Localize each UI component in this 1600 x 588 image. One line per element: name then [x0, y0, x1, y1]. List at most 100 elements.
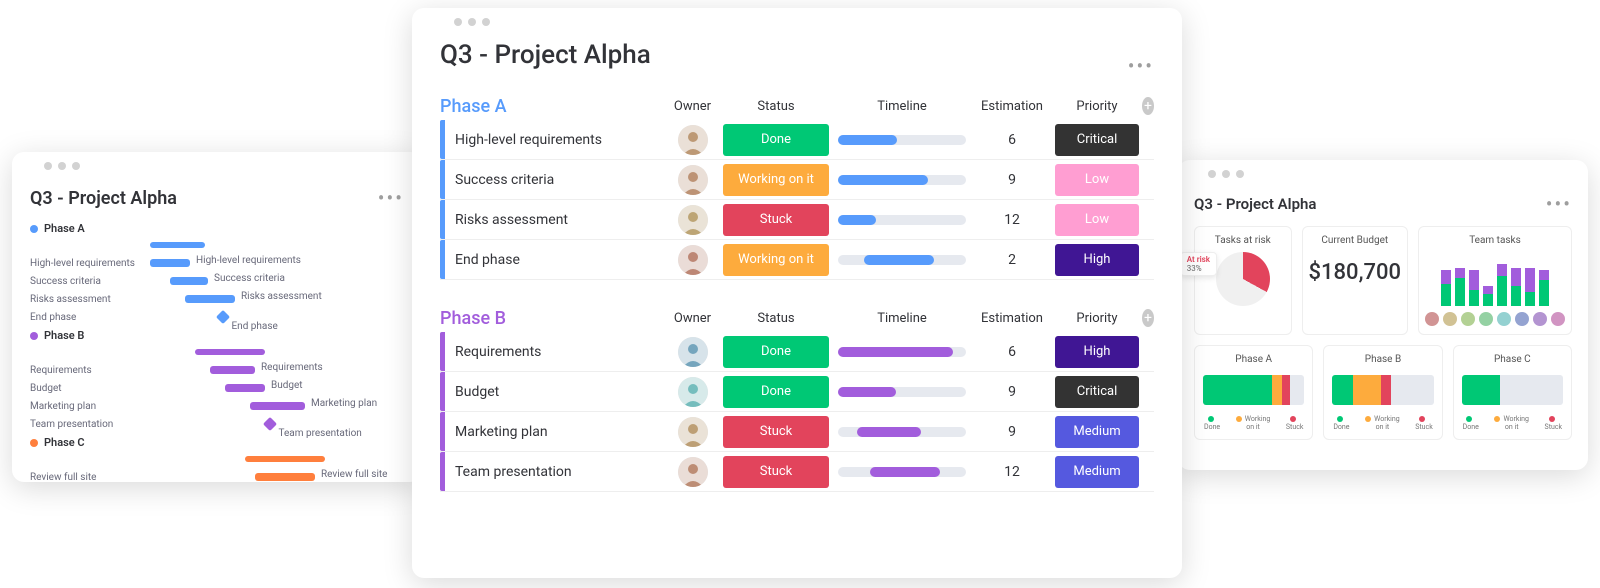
timeline-cell[interactable]: [838, 387, 966, 397]
timeline-cell[interactable]: [838, 255, 966, 265]
estimation-cell[interactable]: 12: [972, 464, 1052, 480]
gantt-row[interactable]: Requirements Requirements: [30, 362, 404, 378]
team-tasks-card[interactable]: Team tasks: [1418, 226, 1572, 335]
task-row[interactable]: Budget Done 9 Critical: [440, 372, 1154, 412]
task-name-cell[interactable]: Budget: [455, 384, 665, 400]
more-menu-button[interactable]: •••: [378, 186, 404, 210]
mini-avatar[interactable]: [1461, 312, 1475, 326]
owner-avatar[interactable]: [678, 125, 708, 155]
owner-avatar[interactable]: [678, 377, 708, 407]
priority-cell[interactable]: High: [1055, 244, 1139, 276]
priority-cell[interactable]: High: [1055, 336, 1139, 368]
tasks-at-risk-card[interactable]: Tasks at risk At risk 33%: [1194, 226, 1292, 335]
more-menu-button[interactable]: •••: [1128, 54, 1154, 78]
gantt-bar[interactable]: High-level requirements: [150, 259, 190, 267]
mini-avatar[interactable]: [1533, 312, 1547, 326]
gantt-phase-header[interactable]: Phase B: [30, 329, 404, 342]
column-header-estimation[interactable]: Estimation: [972, 311, 1052, 326]
priority-cell[interactable]: Low: [1055, 164, 1139, 196]
gantt-milestone-icon[interactable]: Team presentation: [263, 417, 277, 431]
gantt-row[interactable]: Team presentation Team presentation: [30, 416, 404, 432]
owner-avatar[interactable]: [678, 417, 708, 447]
task-row[interactable]: Success criteria Working on it 9 Low: [440, 160, 1154, 200]
task-row[interactable]: Marketing plan Stuck 9 Medium: [440, 412, 1154, 452]
more-menu-button[interactable]: •••: [1546, 192, 1572, 216]
timeline-cell[interactable]: [838, 135, 966, 145]
mini-avatar[interactable]: [1515, 312, 1529, 326]
owner-avatar[interactable]: [678, 165, 708, 195]
task-row[interactable]: Team presentation Stuck 12 Medium: [440, 452, 1154, 492]
task-name-cell[interactable]: Risks assessment: [455, 212, 665, 228]
gantt-bar[interactable]: Risks assessment: [185, 295, 235, 303]
add-column-button[interactable]: +: [1142, 309, 1154, 327]
add-column-button[interactable]: +: [1142, 97, 1154, 115]
group-title[interactable]: Phase A: [440, 96, 665, 117]
gantt-bar[interactable]: Requirements: [210, 366, 255, 374]
estimation-cell[interactable]: 12: [972, 212, 1052, 228]
status-cell[interactable]: Working on it: [723, 164, 829, 196]
gantt-row[interactable]: Marketing plan Marketing plan: [30, 398, 404, 414]
task-name-cell[interactable]: End phase: [455, 252, 665, 268]
budget-card[interactable]: Current Budget $180,700: [1302, 226, 1408, 335]
column-header-timeline[interactable]: Timeline: [832, 99, 972, 114]
gantt-row[interactable]: Success criteria Success criteria: [30, 273, 404, 289]
gantt-phase-header[interactable]: Phase A: [30, 222, 404, 235]
estimation-cell[interactable]: 6: [972, 344, 1052, 360]
task-row[interactable]: Requirements Done 6 High: [440, 332, 1154, 372]
task-row[interactable]: High-level requirements Done 6 Critical: [440, 120, 1154, 160]
priority-cell[interactable]: Low: [1055, 204, 1139, 236]
timeline-cell[interactable]: [838, 427, 966, 437]
estimation-cell[interactable]: 2: [972, 252, 1052, 268]
gantt-bar[interactable]: Marketing plan: [250, 402, 305, 410]
task-row[interactable]: Risks assessment Stuck 12 Low: [440, 200, 1154, 240]
mini-avatar[interactable]: [1425, 312, 1439, 326]
timeline-cell[interactable]: [838, 175, 966, 185]
timeline-cell[interactable]: [838, 347, 966, 357]
task-row[interactable]: End phase Working on it 2 High: [440, 240, 1154, 280]
phase-progress-card[interactable]: Phase A Done Working on it Stuck: [1194, 345, 1313, 440]
task-name-cell[interactable]: Team presentation: [455, 464, 665, 480]
timeline-cell[interactable]: [838, 215, 966, 225]
gantt-row[interactable]: Risks assessment Risks assessment: [30, 291, 404, 307]
column-header-timeline[interactable]: Timeline: [832, 311, 972, 326]
gantt-bar[interactable]: Review full site: [255, 473, 315, 481]
column-header-owner[interactable]: Owner: [665, 99, 720, 114]
column-header-status[interactable]: Status: [720, 99, 832, 114]
estimation-cell[interactable]: 9: [972, 424, 1052, 440]
priority-cell[interactable]: Critical: [1055, 376, 1139, 408]
status-cell[interactable]: Stuck: [723, 204, 829, 236]
column-header-priority[interactable]: Priority: [1052, 99, 1142, 114]
gantt-summary-bar[interactable]: [195, 349, 265, 355]
column-header-estimation[interactable]: Estimation: [972, 99, 1052, 114]
phase-progress-card[interactable]: Phase B Done Working on it Stuck: [1323, 345, 1442, 440]
status-cell[interactable]: Stuck: [723, 416, 829, 448]
group-title[interactable]: Phase B: [440, 308, 665, 329]
priority-cell[interactable]: Medium: [1055, 416, 1139, 448]
gantt-row[interactable]: End phase End phase: [30, 309, 404, 325]
mini-avatar[interactable]: [1497, 312, 1511, 326]
status-cell[interactable]: Done: [723, 336, 829, 368]
gantt-summary-bar[interactable]: [150, 242, 205, 248]
owner-avatar[interactable]: [678, 245, 708, 275]
status-cell[interactable]: Done: [723, 376, 829, 408]
column-header-owner[interactable]: Owner: [665, 311, 720, 326]
estimation-cell[interactable]: 6: [972, 132, 1052, 148]
status-cell[interactable]: Working on it: [723, 244, 829, 276]
timeline-cell[interactable]: [838, 467, 966, 477]
gantt-bar[interactable]: Success criteria: [170, 277, 208, 285]
task-name-cell[interactable]: Requirements: [455, 344, 665, 360]
estimation-cell[interactable]: 9: [972, 384, 1052, 400]
status-cell[interactable]: Stuck: [723, 456, 829, 488]
task-name-cell[interactable]: Marketing plan: [455, 424, 665, 440]
mini-avatar[interactable]: [1443, 312, 1457, 326]
priority-cell[interactable]: Medium: [1055, 456, 1139, 488]
task-name-cell[interactable]: Success criteria: [455, 172, 665, 188]
gantt-row[interactable]: High-level requirements High-level requi…: [30, 255, 404, 271]
gantt-row[interactable]: Budget Budget: [30, 380, 404, 396]
task-name-cell[interactable]: High-level requirements: [455, 132, 665, 148]
column-header-status[interactable]: Status: [720, 311, 832, 326]
gantt-bar[interactable]: Budget: [225, 384, 265, 392]
priority-cell[interactable]: Critical: [1055, 124, 1139, 156]
column-header-priority[interactable]: Priority: [1052, 311, 1142, 326]
mini-avatar[interactable]: [1551, 312, 1565, 326]
